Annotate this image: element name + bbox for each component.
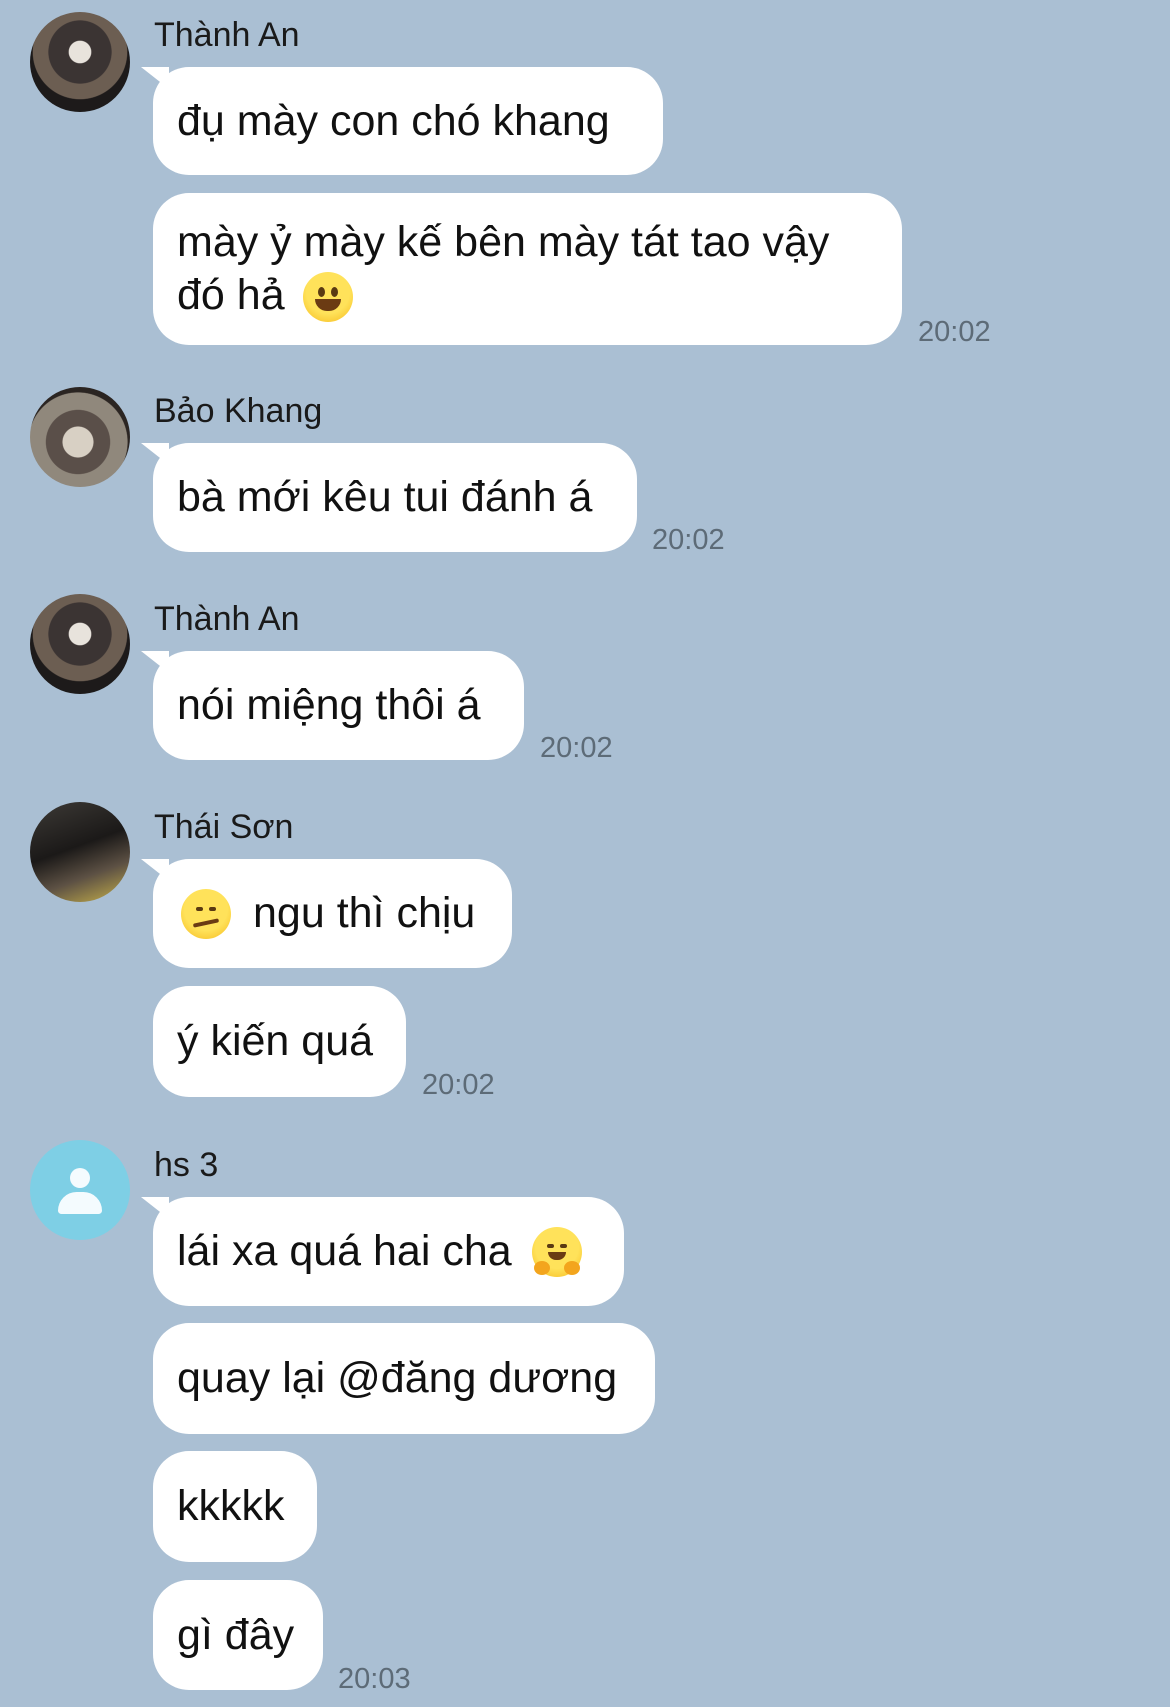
message-content: mày ỷ mày kế bên mày tát tao vậy đó hả [177, 216, 829, 323]
message-bubble[interactable]: quay lại @đăng dương [153, 1323, 655, 1434]
message-text: lái xa quá hai cha [177, 1227, 512, 1275]
message-bubble[interactable]: nói miệng thôi á [153, 651, 524, 760]
sender-name: Thành An [154, 16, 300, 54]
message-timestamp: 20:02 [652, 524, 725, 556]
message-text: mày ỷ mày kế bên mày tát tao vậy đó hả [177, 217, 830, 319]
message-bubble[interactable]: lái xa quá hai cha [153, 1197, 624, 1306]
message-bubble[interactable]: mày ỷ mày kế bên mày tát tao vậy đó hả [153, 193, 902, 345]
message-bubble[interactable]: kkkkk [153, 1451, 317, 1562]
avatar-thanh-an[interactable] [30, 12, 130, 112]
message-bubble[interactable]: ngu thì chịu [153, 859, 512, 968]
avatar-hs-3[interactable] [30, 1140, 130, 1240]
sender-name: hs 3 [154, 1146, 219, 1184]
message-text: ngu thì chịu [253, 889, 476, 937]
message-text: quay lại @đăng dương [177, 1354, 618, 1402]
message-text: đụ mày con chó khang [177, 96, 610, 145]
message-text: gì đây [177, 1610, 295, 1659]
message-text: kkkkk [177, 1482, 285, 1530]
message-timestamp: 20:03 [338, 1663, 411, 1695]
message-timestamp: 20:02 [918, 316, 991, 348]
message-text: ý kiến quá [177, 1017, 374, 1065]
message-bubble[interactable]: đụ mày con chó khang [153, 67, 663, 175]
message-bubble[interactable]: ý kiến quá [153, 986, 406, 1097]
avatar-bao-khang[interactable] [30, 387, 130, 487]
message-timestamp: 20:02 [540, 732, 613, 764]
smirking-face-emoji-icon [181, 888, 231, 939]
sender-name: Thái Sơn [154, 808, 294, 846]
avatar-thai-son[interactable] [30, 802, 130, 902]
hugging-face-emoji-icon [531, 1226, 582, 1277]
message-bubble[interactable]: gì đây [153, 1580, 323, 1690]
message-text: nói miệng thôi á [177, 681, 481, 729]
message-bubble[interactable]: bà mới kêu tui đánh á [153, 443, 637, 552]
sender-name: Thành An [154, 600, 300, 638]
avatar-thanh-an[interactable] [30, 594, 130, 694]
message-timestamp: 20:02 [422, 1069, 495, 1101]
message-text: bà mới kêu tui đánh á [177, 473, 593, 521]
grinning-face-emoji-icon [302, 272, 353, 323]
sender-name: Bảo Khang [154, 392, 323, 430]
